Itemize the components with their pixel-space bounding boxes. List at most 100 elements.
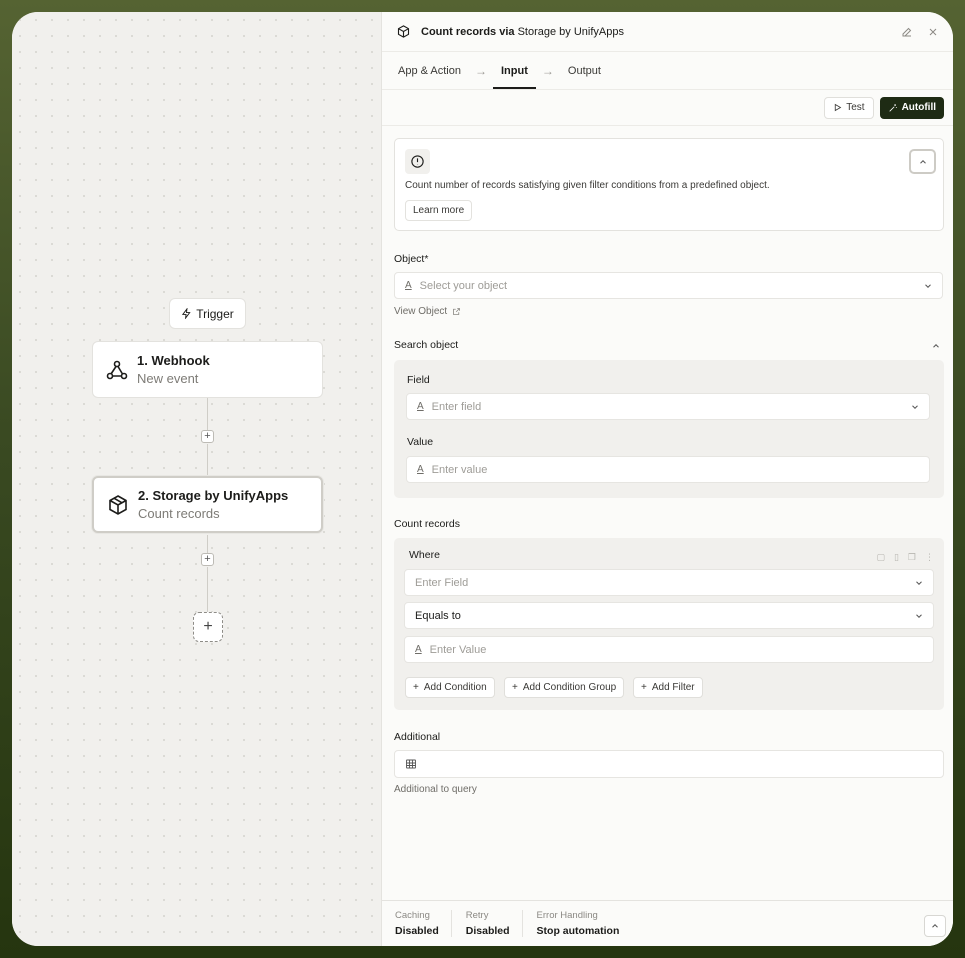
object-label: Object* [394, 253, 429, 265]
add-step-button[interactable]: + [201, 553, 214, 566]
learn-more-button[interactable]: Learn more [405, 200, 473, 221]
chevron-up-icon[interactable] [931, 341, 941, 351]
view-object-link[interactable]: View Object [394, 306, 461, 317]
node-webhook[interactable]: 1. Webhook New event [92, 341, 323, 398]
text-type-icon: A [417, 464, 424, 475]
chevron-down-icon [916, 580, 922, 585]
node-subtitle: Count records [138, 506, 220, 521]
tab-input[interactable]: Input [493, 65, 536, 89]
chevron-down-icon [916, 613, 922, 618]
drag-handle-icon[interactable]: ⋮ [925, 552, 934, 563]
step-config-panel: Count records via Storage by UnifyApps A… [381, 12, 953, 946]
node-title: 2. Storage by UnifyApps [138, 488, 289, 503]
additional-help: Additional to query [394, 784, 477, 795]
add-node-button[interactable]: + [193, 612, 223, 642]
chevron-down-icon [925, 283, 931, 288]
edit-icon[interactable] [901, 26, 913, 38]
cube-icon [109, 494, 127, 515]
webhook-icon [106, 360, 128, 379]
add-condition-button[interactable]: + Add Condition [405, 677, 495, 698]
panel-footer: Caching Disabled Retry Disabled Error Ha… [382, 900, 953, 946]
text-type-icon: A [417, 401, 424, 412]
error-handling-key: Error Handling [536, 910, 598, 921]
field-select[interactable]: A Enter field [406, 393, 930, 420]
condition-value-placeholder: Enter Value [429, 643, 487, 656]
error-handling-value: Stop automation [536, 925, 620, 937]
external-link-icon [453, 308, 461, 315]
add-step-button[interactable]: + [201, 430, 214, 443]
condition-value-input[interactable]: A Enter Value [404, 636, 934, 663]
arrow-right-icon: → [541, 63, 554, 78]
info-icon [405, 149, 430, 174]
close-icon[interactable] [927, 26, 939, 38]
condition-field-placeholder: Enter Field [415, 576, 469, 589]
node-storage[interactable]: 2. Storage by UnifyApps Count records [92, 476, 323, 533]
retry-value: Disabled [465, 925, 510, 937]
search-object-label: Search object [394, 339, 459, 351]
field-label: Field [407, 374, 430, 386]
test-label: Test [846, 102, 865, 113]
value-input[interactable]: A Enter value [406, 456, 930, 483]
copy-icon[interactable]: ❐ [908, 552, 916, 563]
object-select[interactable]: A Select your object [394, 272, 943, 299]
panel-header: Count records via Storage by UnifyApps [382, 12, 953, 52]
additional-input[interactable] [394, 750, 944, 778]
where-actions: ▢ ▯ ❐ ⋮ [876, 552, 934, 563]
additional-label: Additional [394, 731, 441, 743]
connector-line [207, 567, 208, 612]
panel-title: Count records via Storage by UnifyApps [421, 25, 624, 38]
tab-output[interactable]: Output [568, 65, 601, 77]
retry-setting[interactable]: Retry Disabled [466, 910, 523, 937]
connector-line [207, 444, 208, 477]
app-frame: Trigger 1. Webhook New event + 2. Storag… [12, 12, 953, 946]
add-condition-group-button[interactable]: + Add Condition Group [504, 677, 625, 698]
test-button[interactable]: Test [824, 96, 874, 119]
chevron-down-icon [912, 404, 918, 409]
retry-key: Retry [465, 910, 489, 921]
plus-icon: + [641, 682, 647, 693]
tab-app-action[interactable]: App & Action [398, 65, 461, 77]
trigger-button[interactable]: Trigger [169, 298, 246, 329]
connector-line [207, 535, 208, 553]
add-condition-label: Add Condition [423, 682, 487, 693]
node-subtitle: New event [137, 371, 199, 386]
text-type-icon: A [405, 280, 412, 291]
step-tabs: App & Action → Input → Output [382, 52, 953, 90]
value-label: Value [407, 436, 434, 448]
operator-select[interactable]: Equals to [404, 602, 934, 629]
view-object-label: View Object [394, 306, 448, 317]
workflow-canvas[interactable]: Trigger 1. Webhook New event + 2. Storag… [12, 12, 381, 946]
action-info-card: Count number of records satisfying given… [394, 138, 944, 231]
table-icon [406, 759, 416, 769]
caching-key: Caching [395, 910, 430, 921]
error-handling-setting[interactable]: Error Handling Stop automation [537, 910, 632, 937]
trigger-label: Trigger [196, 306, 234, 321]
panel-toolbar: Test Autofill [382, 90, 953, 126]
expand-footer-button[interactable] [924, 915, 946, 937]
where-label: Where [409, 549, 440, 561]
plus-icon: + [512, 682, 518, 693]
trash-icon[interactable]: ▯ [894, 552, 899, 563]
conditions-group: Where ▢ ▯ ❐ ⋮ Enter Field Equals to A En… [394, 538, 944, 710]
operator-value: Equals to [415, 609, 461, 622]
autofill-button[interactable]: Autofill [879, 96, 944, 119]
comment-icon[interactable]: ▢ [876, 552, 885, 563]
node-title: 1. Webhook [137, 353, 210, 368]
text-type-icon: A [415, 644, 422, 655]
object-placeholder: Select your object [419, 279, 508, 292]
add-filter-label: Add Filter [651, 682, 695, 693]
field-placeholder: Enter field [431, 400, 482, 413]
condition-field-select[interactable]: Enter Field [404, 569, 934, 596]
plus-icon: + [413, 682, 419, 693]
caching-setting[interactable]: Caching Disabled [395, 910, 452, 937]
chevron-up-icon [919, 159, 926, 164]
action-description: Count number of records satisfying given… [405, 180, 770, 191]
add-filter-button[interactable]: + Add Filter [633, 677, 703, 698]
collapse-info-button[interactable] [909, 149, 936, 174]
chevron-up-icon [932, 924, 938, 928]
add-condition-group-label: Add Condition Group [522, 682, 617, 693]
play-icon [835, 103, 842, 112]
search-object-group: Field A Enter field Value A Enter value [394, 360, 944, 498]
value-placeholder: Enter value [431, 463, 488, 476]
magic-wand-icon [888, 103, 897, 112]
